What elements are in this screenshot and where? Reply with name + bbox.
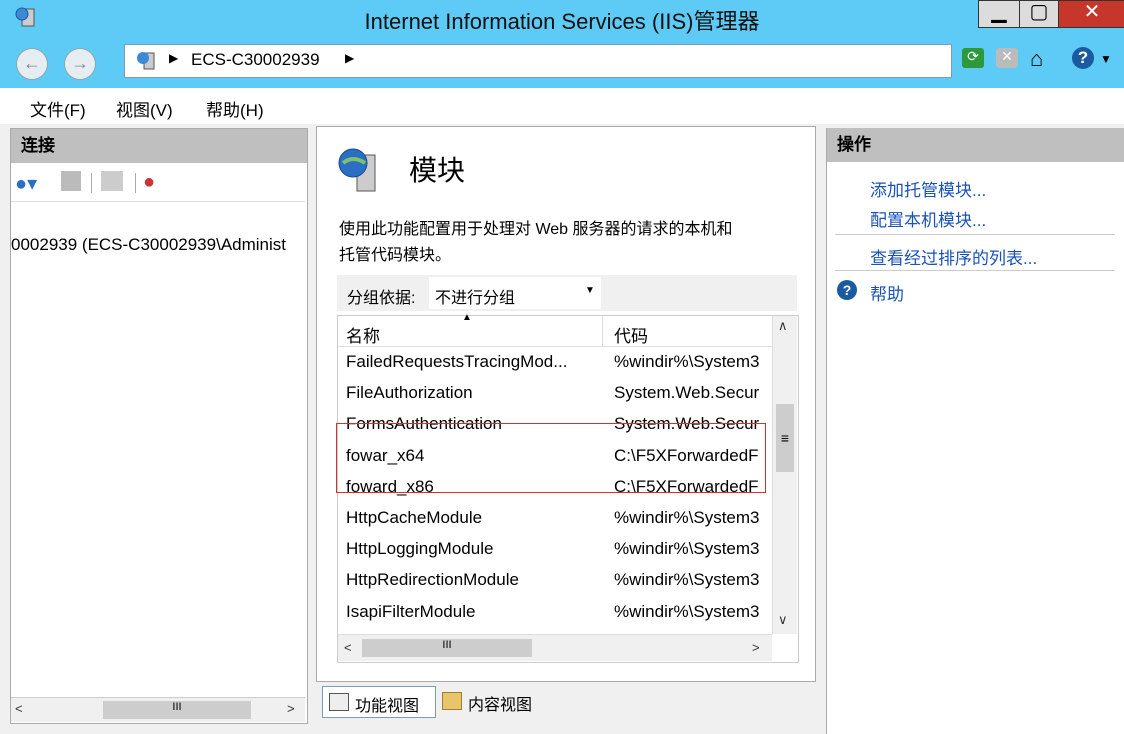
module-name: HttpLoggingModule [346,539,494,559]
close-button[interactable]: ✕ [1058,0,1124,28]
toolbar-divider [91,173,92,193]
address-crumb[interactable]: ECS-C30002939 [191,50,320,70]
modules-list: 名称 ▲ 代码 FailedRequestsTracingMod... %wind… [336,312,799,663]
refresh-icon[interactable]: ⟳ [962,48,984,68]
menu-help[interactable]: 帮助(H) [206,96,264,121]
module-code: %windir%\System3 [614,508,760,527]
window-title: Internet Information Services (IIS)管理器 [364,9,760,34]
help-icon[interactable]: ? [1072,47,1094,69]
crumb-arrow-icon: ▶ [169,51,179,65]
vscroll-thumb[interactable]: ≡ [776,404,794,472]
tree-item-server[interactable]: 0002939 (ECS-C30002939\Administ [11,235,305,255]
minimize-button[interactable]: ▁ [978,0,1020,28]
sort-ascending-icon: ▲ [462,312,472,323]
groupby-bar: 分组依据: 不进行分组 ▼ [337,275,797,311]
column-code-header[interactable]: 代码 [614,322,648,347]
module-code: %windir%\System3 [614,539,760,559]
module-name: FailedRequestsTracingMod... [346,352,568,371]
module-name: HttpCacheModule [346,508,483,527]
actions-divider [835,234,1115,235]
configure-native-module-link[interactable]: 配置本机模块... [870,206,986,231]
module-name: IsapiFilterModule [346,601,476,621]
address-bar[interactable]: ▶ ECS-C30002939 ▶ [124,44,952,78]
toolbar-divider [135,173,136,193]
hscroll-thumb[interactable]: III [362,639,532,657]
help-circle-icon: ? [837,280,857,300]
list-vscrollbar[interactable]: ∧ ≡ ∨ [772,316,797,634]
scroll-up-icon[interactable]: ∧ [778,318,788,334]
help-dropdown-icon[interactable]: ▼ [1100,52,1112,66]
features-view-icon [329,693,349,711]
module-code: %windir%\System3 [614,570,760,590]
add-managed-module-link[interactable]: 添加托管模块... [870,176,986,201]
actions-header: 操作 [827,128,1124,162]
highlight-box [336,423,766,493]
tab-features-view[interactable]: 功能视图 [322,686,436,718]
actions-divider [835,270,1115,271]
maximize-button[interactable]: ▢ [1019,0,1059,28]
forward-button[interactable]: → [64,48,96,80]
groupby-value: 不进行分组 [435,290,516,307]
description-line2: 托管代码模块。 [339,247,452,264]
column-name-header[interactable]: 名称 [346,322,380,347]
module-code: %windir%\System3 [614,601,760,621]
actions-pane: 操作 添加托管模块... 配置本机模块... 查看经过排序的列表... ? 帮助 [826,128,1124,734]
modules-icon [335,145,383,200]
list-header: 名称 ▲ 代码 [338,312,772,347]
content-view-icon [442,692,462,710]
menu-file[interactable]: 文件(F) [30,96,86,121]
crumb-arrow-icon: ▶ [345,51,355,65]
back-button[interactable]: ← [16,48,48,80]
features-view-label: 功能视图 [355,698,420,715]
table-row[interactable]: HttpCacheModule %windir%\System3 [338,502,772,533]
stop-icon[interactable]: ✕ [996,48,1018,68]
groupby-select[interactable]: 不进行分组 ▼ [429,277,601,309]
view-ordered-list-link[interactable]: 查看经过排序的列表... [870,244,1037,269]
dropdown-arrow-icon: ▼ [585,285,595,296]
groupby-label: 分组依据: [347,290,416,307]
menu-view[interactable]: 视图(V) [116,96,173,121]
scroll-left-icon[interactable]: < [344,640,352,655]
table-row[interactable]: HttpRedirectionModule %windir%\System3 [338,564,772,595]
table-row[interactable]: FailedRequestsTracingMod... %windir%\Syst… [338,346,772,377]
column-divider [602,316,603,346]
module-code: System.Web.Secur [614,383,760,403]
content-view-label: 内容视图 [468,697,533,714]
list-hscrollbar[interactable]: < III > [338,634,772,661]
description-line1: 使用此功能配置用于处理对 Web 服务器的请求的本机和 [339,221,733,238]
scroll-left-icon[interactable]: < [15,701,23,716]
table-row[interactable]: FileAuthorization System.Web.Secur [338,377,772,408]
table-row[interactable]: IsapiFilterModule %windir%\System3 [338,596,772,627]
module-name: FileAuthorization [346,383,473,403]
tab-content-view[interactable]: 内容视图 [440,686,552,716]
server-icon [135,50,157,77]
page-title: 模块 [409,155,466,186]
connections-hscrollbar[interactable]: < III > [11,697,305,722]
module-name: HttpRedirectionModule [346,570,519,590]
disconnect-icon[interactable]: ● [143,171,155,194]
scroll-right-icon[interactable]: > [752,640,760,655]
scroll-thumb[interactable]: III [103,701,251,719]
connections-header: 连接 [11,129,307,163]
table-row[interactable]: HttpLoggingModule %windir%\System3 [338,533,772,564]
module-code: %windir%\System3 [614,352,760,371]
scroll-right-icon[interactable]: > [287,701,295,716]
connections-toolbar: ●▾ ● [11,163,305,202]
save-icon[interactable] [61,171,81,191]
modules-pane: 模块 使用此功能配置用于处理对 Web 服务器的请求的本机和 托管代码模块。 分… [316,126,816,682]
scroll-down-icon[interactable]: ∨ [778,612,788,628]
home-icon[interactable]: ⌂ [1030,46,1043,72]
help-link[interactable]: 帮助 [870,280,904,305]
up-level-icon[interactable] [101,171,123,191]
connections-pane: 连接 ●▾ ● 0002939 (ECS-C30002939\Administ … [10,128,308,724]
connect-globe-icon[interactable]: ●▾ [15,171,37,196]
